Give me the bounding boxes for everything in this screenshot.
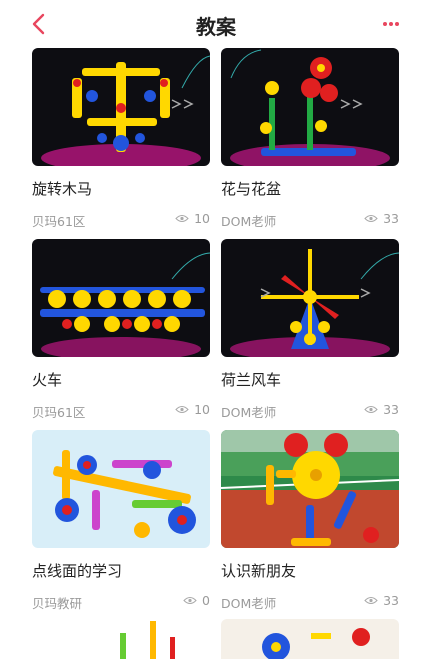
page-title: 教案 [196,15,236,39]
lesson-author: 贝玛61区 [32,405,86,420]
lesson-thumbnail [221,48,399,166]
view-count-value: 0 [202,593,210,608]
lesson-card-partial[interactable] [221,619,399,659]
lesson-thumbnail [32,48,210,166]
lesson-card-partial[interactable] [32,619,210,659]
lesson-card[interactable]: 旋转木马 贝玛61区 10 [32,48,210,229]
lesson-thumbnail [32,239,210,357]
view-count-value: 10 [194,402,210,417]
eye-icon [364,597,378,604]
lesson-title: 旋转木马 [32,180,93,198]
top-bar: 教案 [0,0,432,48]
lesson-title: 花与花盆 [221,180,282,198]
view-count-value: 33 [383,593,399,608]
eye-icon [175,406,189,413]
view-count-value: 10 [194,211,210,226]
view-count-value: 33 [383,402,399,417]
lesson-title: 点线面的学习 [32,562,123,580]
eye-icon [175,215,189,222]
view-count: 33 [364,402,399,417]
lesson-thumbnail [32,619,210,659]
view-count: 33 [364,593,399,608]
lesson-card[interactable]: 火车 贝玛61区 10 [32,239,210,420]
lesson-thumbnail [32,430,210,548]
lesson-thumbnail [221,619,399,659]
view-count-value: 33 [383,211,399,226]
lesson-author: DOM老师 [221,405,277,420]
eye-icon [364,215,378,222]
view-count: 10 [175,211,210,226]
lesson-card[interactable]: 认识新朋友 DOM老师 33 [221,430,399,611]
eye-icon [183,597,197,604]
lesson-thumbnail [221,239,399,357]
view-count: 33 [364,211,399,226]
view-count: 10 [175,402,210,417]
lesson-card[interactable]: 点线面的学习 贝玛教研 0 [32,430,210,611]
lesson-title: 火车 [32,371,63,389]
lesson-author: DOM老师 [221,596,277,611]
lesson-author: DOM老师 [221,214,277,229]
lesson-title: 荷兰风车 [221,371,282,389]
more-dots-icon [383,22,399,26]
more-button[interactable] [376,14,406,34]
view-count: 0 [183,593,210,608]
lesson-title: 认识新朋友 [221,562,297,580]
lesson-card[interactable]: 花与花盆 DOM老师 33 [221,48,399,229]
lesson-author: 贝玛61区 [32,214,86,229]
lesson-author: 贝玛教研 [32,596,83,611]
eye-icon [364,406,378,413]
lesson-thumbnail [221,430,399,548]
lesson-card[interactable]: 荷兰风车 DOM老师 33 [221,239,399,420]
